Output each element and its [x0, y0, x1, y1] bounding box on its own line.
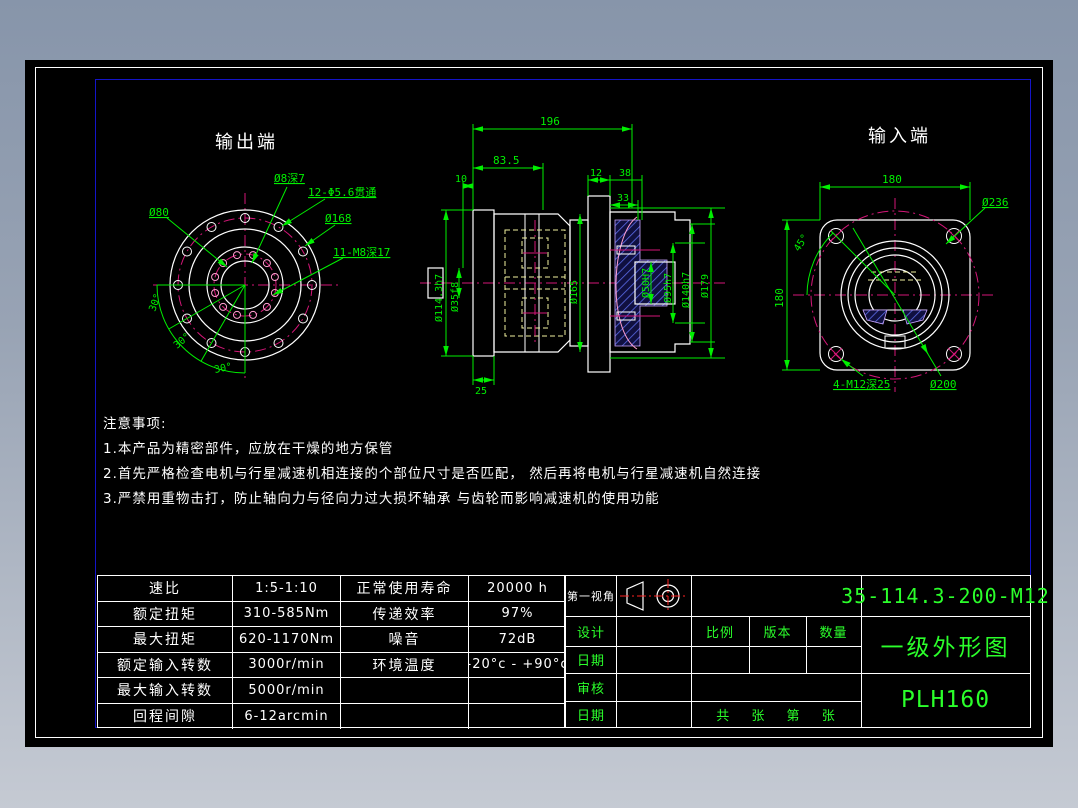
dim-179: Ø179 — [699, 274, 711, 298]
note-line-2: 2.首先严格检查电机与行星减速机相连接的个部位尺寸是否匹配， — [103, 466, 524, 482]
angle-label-1: 30° — [147, 292, 164, 313]
tapped-holes-leader — [273, 258, 343, 295]
spec-value: 3000r/min — [233, 653, 341, 679]
dim-33: 33 — [617, 193, 629, 204]
input-end-view: 输入端 — [773, 126, 1009, 392]
dim-45deg: 45° — [792, 232, 811, 253]
angle-label-2: 30° — [172, 331, 193, 351]
dim-10: 10 — [455, 174, 467, 185]
notes-header: 注意事项: — [103, 416, 167, 432]
spec-label: 传递效率 — [341, 602, 469, 628]
dim-140: Ø140h7 — [680, 272, 692, 308]
spec-value: 72dB — [469, 627, 566, 653]
output-end-view: 输出端 — [147, 132, 390, 380]
note-line-3: 然后再将电机与行星减速机自然连接 — [529, 466, 761, 482]
dim-12: 12 — [590, 168, 602, 179]
dim-180-left: 180 — [773, 288, 786, 308]
title-block: 第一视角 设计 日期 审核 日期 比例 版本 数量 共 张 第 张 35-114… — [565, 575, 1031, 728]
first-angle-symbol — [618, 576, 689, 616]
input-flange-plate — [588, 196, 610, 372]
hub-dia-leader — [167, 218, 227, 267]
spec-value: 20000 h — [469, 576, 566, 602]
dim-165: Ø165 — [568, 280, 580, 304]
first-angle-label: 第一视角 — [566, 576, 616, 616]
spec-table: 速比 1:5-1:10 正常使用寿命 20000 h 额定扭矩 310-585N… — [97, 575, 565, 728]
dim-35: Ø35f8 — [449, 282, 461, 312]
spec-value: 97% — [469, 602, 566, 628]
spec-label: 速比 — [98, 576, 233, 602]
input-hatch-left — [863, 310, 887, 324]
note-line-4: 3.严禁用重物击打，防止轴向力与径向力过大损坏轴承 — [103, 491, 451, 507]
spec-label: 最大扭矩 — [98, 627, 233, 653]
bolt-circle-label: Ø200 — [930, 378, 957, 391]
spec-label: 最大输入转数 — [98, 678, 233, 704]
spec-value — [469, 678, 566, 704]
spec-label — [341, 704, 469, 730]
spec-label: 噪音 — [341, 627, 469, 653]
quantity-label: 数量 — [806, 616, 861, 646]
corner-dia-leader — [946, 208, 985, 244]
notes-block: 注意事项: 1.本产品为精密部件，应放在干燥的地方保管 2.首先严格检查电机与行… — [103, 412, 761, 512]
drawing-title: 一级外形图 — [861, 616, 1030, 673]
tapped-leader — [841, 359, 863, 376]
through-holes-label: 12-Φ5.6贯通 — [308, 186, 376, 199]
angle-radial-lines — [157, 285, 245, 373]
dowel-label: Ø8深7 — [274, 172, 305, 185]
tapped-holes-label: 11-M8深17 — [333, 246, 390, 259]
dim-196: 196 — [540, 115, 560, 128]
spec-label: 环境温度 — [341, 653, 469, 679]
spec-value: 310-585Nm — [233, 602, 341, 628]
spec-value: 6-12arcmin — [233, 704, 341, 730]
scale-label: 比例 — [691, 616, 749, 646]
flange-dia-leader — [305, 225, 335, 246]
spec-label: 额定扭矩 — [98, 602, 233, 628]
spec-label — [341, 678, 469, 704]
through-holes-leader — [282, 199, 325, 226]
bolt-circle-arrow — [924, 347, 928, 354]
spec-label: 正常使用寿命 — [341, 576, 469, 602]
spec-value: 620-1170Nm — [233, 627, 341, 653]
design-label: 设计 — [566, 616, 616, 646]
section-view: 196 83.5 10 12 38 33 — [420, 115, 725, 397]
date-label-2: 日期 — [566, 701, 616, 727]
tblock-line — [616, 576, 617, 727]
angle-label-3: 30° — [213, 361, 233, 376]
angle-arc — [157, 285, 245, 373]
spec-value: 1:5-1:10 — [233, 576, 341, 602]
drawing-sheet: 输出端 — [25, 60, 1053, 747]
date-label-1: 日期 — [566, 646, 616, 673]
input-end-title: 输入端 — [868, 126, 931, 147]
version-label: 版本 — [749, 616, 806, 646]
dim-25: 25 — [475, 386, 487, 397]
spec-value: 5000r/min — [233, 678, 341, 704]
model-code: 35-114.3-200-M12 — [861, 576, 1030, 616]
output-end-title: 输出端 — [215, 132, 278, 153]
spec-value: -20°c - +90°c — [469, 653, 566, 679]
dowel-leader — [252, 187, 287, 263]
dim-114-3: Ø114.3h7 — [433, 274, 445, 322]
dim-50: Ø50H7 — [640, 268, 652, 298]
input-hatch-right — [903, 310, 927, 324]
note-line-5: 与齿轮而影响减速机的使用功能 — [457, 491, 660, 507]
spec-label: 额定输入转数 — [98, 653, 233, 679]
dim-38: 38 — [619, 168, 631, 179]
spec-label: 回程间隙 — [98, 704, 233, 730]
input-angle-radial — [831, 231, 895, 295]
product-model: PLH160 — [861, 673, 1030, 727]
flange-dia-label: Ø168 — [325, 212, 352, 225]
sheet-info: 共 张 第 张 — [691, 701, 861, 727]
hub-dia-label: Ø80 — [149, 206, 169, 219]
corner-dia-label: Ø236 — [982, 196, 1009, 209]
tapped-label: 4-M12深25 — [833, 378, 890, 391]
dim-95: Ø95h7 — [662, 273, 674, 303]
dim-83-5: 83.5 — [493, 154, 520, 167]
note-line-1: 1.本产品为精密部件，应放在干燥的地方保管 — [103, 441, 393, 457]
dim-180-top: 180 — [882, 173, 902, 186]
section-bottom-dims: 25 — [473, 356, 494, 397]
spec-value — [469, 704, 566, 730]
review-label: 审核 — [566, 673, 616, 701]
